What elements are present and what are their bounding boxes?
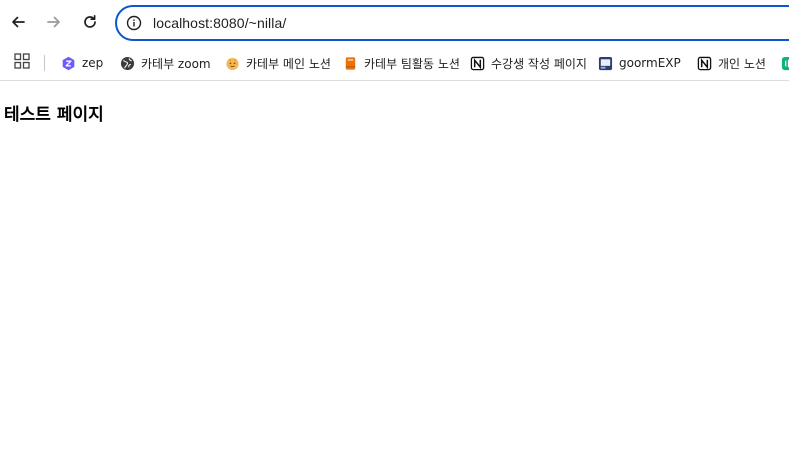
notion-icon [696, 55, 712, 71]
page-content: 테스트 페이지 [0, 82, 789, 450]
bookmarks-divider [44, 55, 45, 71]
page-title: 테스트 페이지 [4, 105, 104, 125]
globe-icon [119, 55, 135, 71]
bookmarks-bar: zep 카테부 zoom 카테부 메인 노션 카테부 팀활동 노션 수강생 작성… [0, 46, 789, 81]
bookmark-overflow[interactable] [780, 52, 789, 74]
bookmark-personal-notion[interactable]: 개인 노션 [696, 52, 766, 74]
bookmark-goormexp[interactable]: goormEXP [597, 52, 681, 74]
reload-icon [84, 14, 96, 28]
bookmark-zep[interactable]: zep [60, 52, 103, 74]
url-text[interactable]: localhost:8080/~nilla/ [153, 15, 286, 31]
bookmark-kateboo-main-notion[interactable]: 카테부 메인 노션 [224, 52, 331, 74]
arrow-right-icon [47, 16, 60, 28]
apps-grid-icon[interactable] [14, 53, 30, 69]
bookmark-student-page[interactable]: 수강생 작성 페이지 [469, 52, 587, 74]
bookmark-label: 카테부 메인 노션 [246, 56, 331, 71]
bookmark-label: 카테부 팀활동 노션 [364, 56, 460, 71]
arrow-left-icon [12, 16, 25, 28]
bookmark-label: 개인 노션 [718, 56, 766, 71]
face-icon [224, 55, 240, 71]
zep-icon [60, 55, 76, 71]
forward-button[interactable] [40, 8, 68, 36]
bookmark-kateboo-team-notion[interactable]: 카테부 팀활동 노션 [342, 52, 460, 74]
reload-button[interactable] [76, 8, 104, 36]
goorm-icon [597, 55, 613, 71]
back-button[interactable] [4, 8, 32, 36]
bookmark-label: zep [82, 56, 104, 70]
green-app-icon [780, 55, 789, 71]
notion-icon [469, 55, 485, 71]
browser-toolbar: localhost:8080/~nilla/ [0, 0, 789, 46]
bookmark-orange-icon [342, 55, 358, 71]
bookmark-label: goormEXP [619, 56, 681, 70]
bookmark-kateboo-zoom[interactable]: 카테부 zoom [119, 52, 211, 74]
bookmark-label: 수강생 작성 페이지 [491, 56, 587, 71]
info-icon[interactable] [126, 15, 142, 31]
bookmark-label: 카테부 zoom [141, 56, 211, 71]
address-bar[interactable]: localhost:8080/~nilla/ [115, 5, 789, 41]
